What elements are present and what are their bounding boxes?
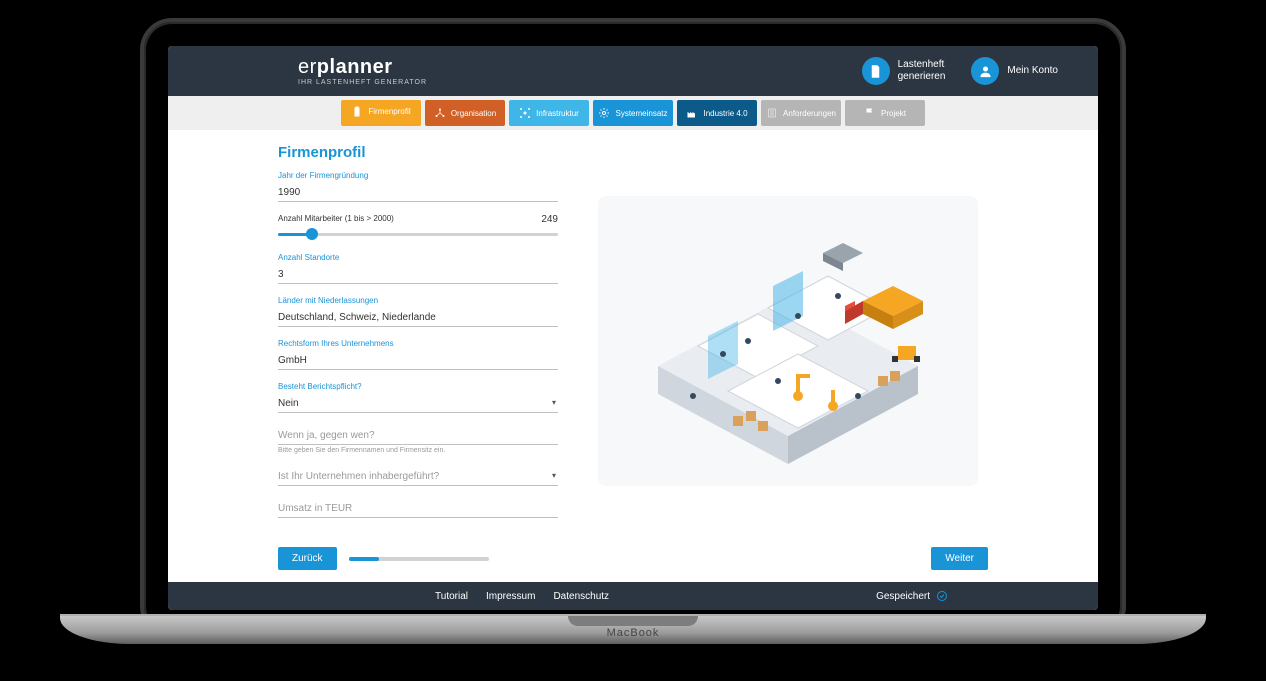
footer-link-tutorial[interactable]: Tutorial xyxy=(435,591,468,602)
gear-icon xyxy=(598,107,610,119)
tab-firmenprofil[interactable]: Firmenprofil xyxy=(341,100,421,126)
tab-organisation[interactable]: Organisation xyxy=(425,100,505,126)
account-label: Mein Konto xyxy=(1007,65,1058,77)
brand-bold: planner xyxy=(317,56,393,78)
label-rechtsform: Rechtsform Ihres Unternehmens xyxy=(278,339,558,348)
brand-logo: erplanner IHR LASTENHEFT GENERATOR xyxy=(298,57,427,86)
wizard-tabs: Firmenprofil Organisation Infrastruktur … xyxy=(168,96,1098,130)
helper-gegenwen: Bitte geben Sie den Firmennamen und Firm… xyxy=(278,447,558,454)
tab-systemeinsatz[interactable]: Systemeinsatz xyxy=(593,100,673,126)
clipboard-icon xyxy=(351,106,363,118)
label-standorte: Anzahl Standorte xyxy=(278,253,558,262)
device-label: MacBook xyxy=(607,627,660,639)
tab-industrie40[interactable]: Industrie 4.0 xyxy=(677,100,757,126)
org-icon xyxy=(434,107,446,119)
label-berichtspflicht: Besteht Berichtspflicht? xyxy=(278,382,558,391)
isometric-illustration xyxy=(598,196,978,486)
footer-link-impressum[interactable]: Impressum xyxy=(486,591,535,602)
mitarbeiter-slider[interactable] xyxy=(278,227,558,241)
check-circle-icon xyxy=(936,590,948,602)
footer-link-datenschutz[interactable]: Datenschutz xyxy=(553,591,609,602)
app-header: erplanner IHR LASTENHEFT GENERATOR Laste… xyxy=(168,46,1098,96)
next-button[interactable]: Weiter xyxy=(931,547,988,570)
page-title: Firmenprofil xyxy=(278,144,558,161)
wizard-progress xyxy=(349,557,489,561)
tab-projekt[interactable]: Projekt xyxy=(845,100,925,126)
tab-infrastruktur[interactable]: Infrastruktur xyxy=(509,100,589,126)
firmenprofil-form: Firmenprofil Jahr der Firmengründung Anz… xyxy=(278,144,558,537)
input-gegenwen[interactable] xyxy=(278,427,558,445)
brand-prefix: er xyxy=(298,56,317,78)
wizard-controls: Zurück Weiter xyxy=(168,547,1098,582)
generate-line1: Lastenheft xyxy=(898,59,945,70)
generate-lastenheft-button[interactable]: Lastenheft generieren xyxy=(862,57,946,85)
tab-anforderungen[interactable]: Anforderungen xyxy=(761,100,841,126)
save-status: Gespeichert xyxy=(876,590,948,602)
label-laender: Länder mit Niederlassungen xyxy=(278,296,558,305)
user-icon xyxy=(971,57,999,85)
input-laender[interactable] xyxy=(278,309,558,327)
input-standorte[interactable] xyxy=(278,266,558,284)
factory-icon xyxy=(686,107,698,119)
generate-line2: generieren xyxy=(898,71,946,82)
app-footer: Tutorial Impressum Datenschutz Gespeiche… xyxy=(168,582,1098,610)
select-inhaber[interactable] xyxy=(278,468,558,486)
label-mitarbeiter: Anzahl Mitarbeiter (1 bis > 2000) 249 xyxy=(278,214,558,223)
back-button[interactable]: Zurück xyxy=(278,547,337,570)
label-gruendung: Jahr der Firmengründung xyxy=(278,171,558,180)
mitarbeiter-value: 249 xyxy=(541,214,558,225)
network-icon xyxy=(519,107,531,119)
document-icon xyxy=(862,57,890,85)
input-gruendung[interactable] xyxy=(278,184,558,202)
select-berichtspflicht[interactable] xyxy=(278,395,558,413)
brand-tagline: IHR LASTENHEFT GENERATOR xyxy=(298,79,427,86)
input-umsatz[interactable] xyxy=(278,500,558,518)
list-icon xyxy=(766,107,778,119)
input-rechtsform[interactable] xyxy=(278,352,558,370)
my-account-button[interactable]: Mein Konto xyxy=(971,57,1058,85)
flag-icon xyxy=(864,107,876,119)
